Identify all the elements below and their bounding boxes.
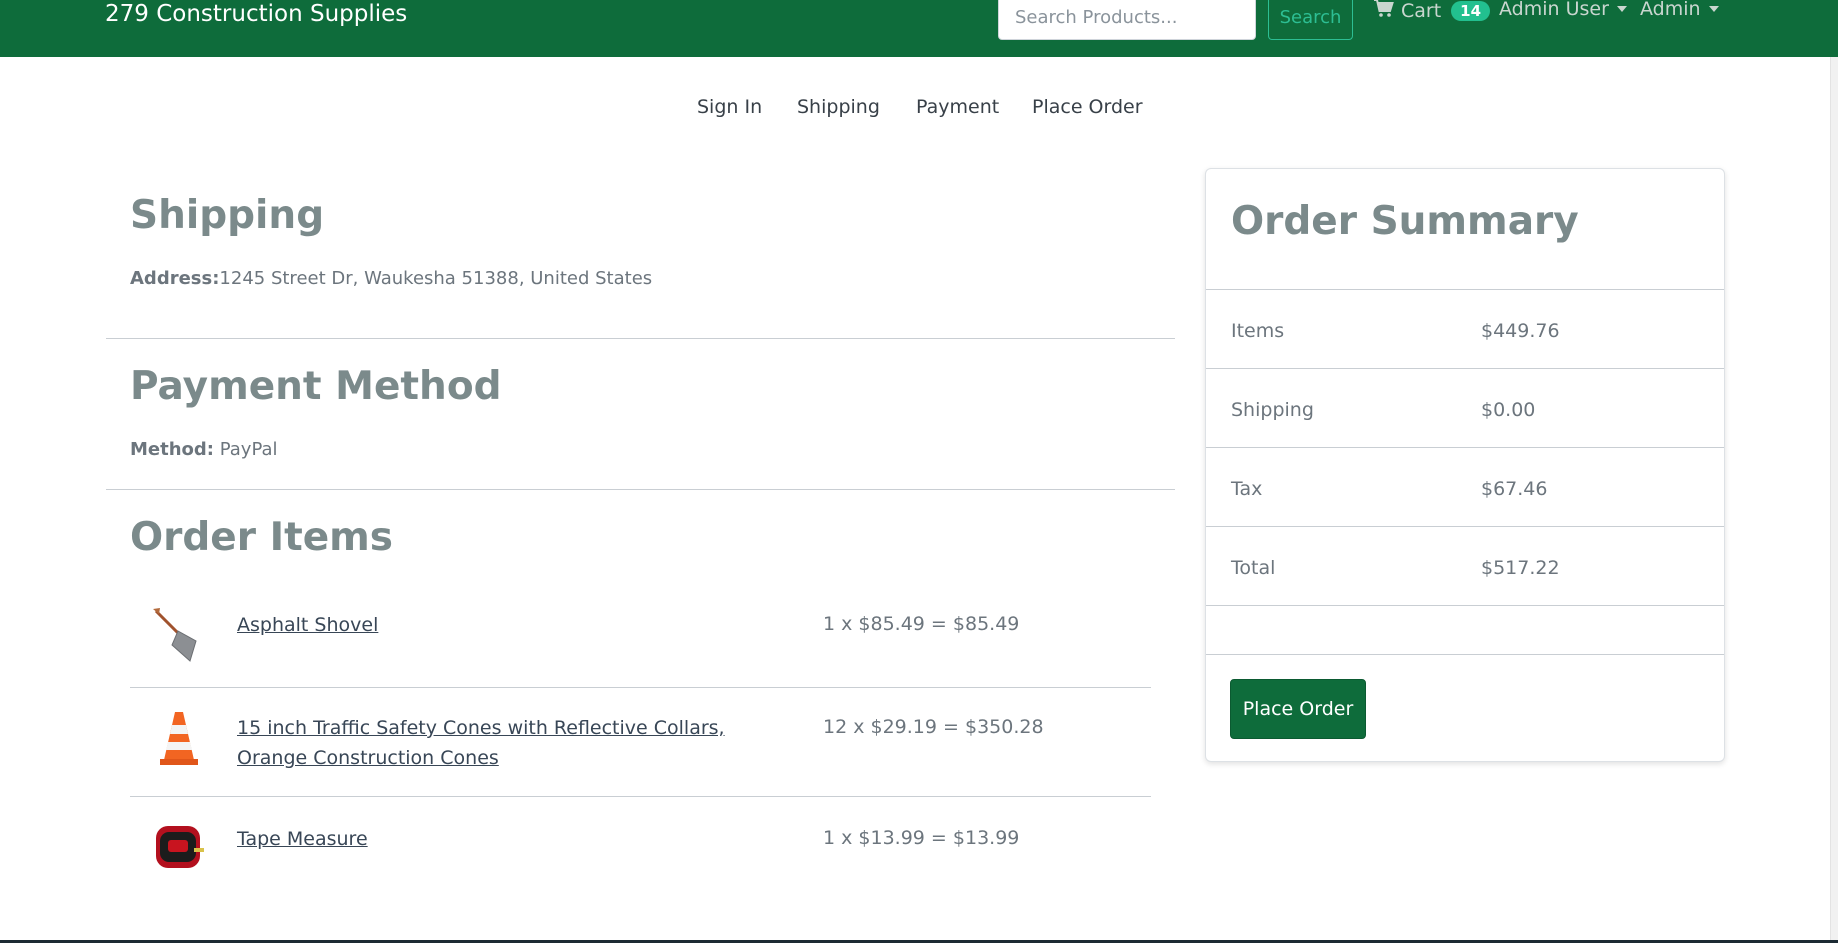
order-summary-card: Order Summary Items $449.76 Shipping $0.…: [1205, 168, 1725, 762]
divider: [1206, 605, 1724, 606]
payment-heading: Payment Method: [130, 364, 502, 409]
divider: [1206, 526, 1724, 527]
item-price: 1 x $85.49 = $85.49: [823, 613, 1020, 635]
order-items-heading: Order Items: [130, 515, 394, 560]
item-link[interactable]: 15 inch Traffic Safety Cones with Reflec…: [237, 713, 767, 773]
item-link[interactable]: Asphalt Shovel: [237, 610, 378, 640]
divider: [1206, 368, 1724, 369]
tape-measure-icon: [150, 818, 208, 876]
shipping-address: Address:1245 Street Dr, Waukesha 51388, …: [130, 268, 652, 289]
address-value: 1245 Street Dr, Waukesha 51388, United S…: [219, 268, 653, 289]
divider: [130, 796, 1151, 797]
top-navbar: 279 Construction Supplies Search Cart 14…: [0, 0, 1838, 57]
item-price: 1 x $13.99 = $13.99: [823, 827, 1020, 849]
search-input[interactable]: [998, 0, 1256, 40]
brand-link[interactable]: 279 Construction Supplies: [105, 1, 407, 27]
summary-items-label: Items: [1231, 320, 1285, 342]
user-menu-label: Admin User: [1499, 0, 1609, 20]
cart-icon: [1373, 0, 1395, 23]
cart-label: Cart: [1401, 0, 1442, 22]
divider: [130, 687, 1151, 688]
chevron-down-icon: [1616, 6, 1627, 12]
summary-shipping-value: $0.00: [1481, 399, 1536, 421]
step-payment[interactable]: Payment: [916, 96, 999, 118]
summary-tax-label: Tax: [1231, 478, 1263, 500]
place-order-button[interactable]: Place Order: [1230, 679, 1366, 739]
shipping-heading: Shipping: [130, 193, 325, 238]
step-shipping[interactable]: Shipping: [797, 96, 880, 118]
summary-total-value: $517.22: [1481, 557, 1560, 579]
method-value: PayPal: [219, 439, 278, 460]
divider: [1206, 447, 1724, 448]
vertical-scrollbar[interactable]: [1830, 57, 1838, 943]
divider: [1206, 289, 1724, 290]
step-sign-in[interactable]: Sign In: [697, 96, 762, 118]
cart-count-badge: 14: [1451, 0, 1491, 21]
item-price: 12 x $29.19 = $350.28: [823, 716, 1044, 738]
cart-link[interactable]: Cart 14: [1373, 0, 1491, 23]
order-summary-heading: Order Summary: [1231, 199, 1579, 244]
checkout-steps: Sign In Shipping Payment Place Order: [0, 96, 1838, 126]
step-place-order[interactable]: Place Order: [1032, 96, 1143, 118]
summary-shipping-label: Shipping: [1231, 399, 1314, 421]
divider: [106, 338, 1175, 339]
summary-total-label: Total: [1231, 557, 1276, 579]
user-menu-dropdown[interactable]: Admin User: [1499, 0, 1627, 20]
admin-menu-dropdown[interactable]: Admin: [1640, 0, 1719, 20]
address-label: Address:: [130, 268, 220, 289]
item-link[interactable]: Tape Measure: [237, 824, 368, 854]
summary-items-value: $449.76: [1481, 320, 1560, 342]
search-button[interactable]: Search: [1268, 0, 1353, 40]
shovel-icon: [150, 605, 208, 663]
chevron-down-icon: [1708, 6, 1719, 12]
method-label: Method:: [130, 439, 214, 460]
divider: [106, 489, 1175, 490]
divider: [1206, 654, 1724, 655]
admin-menu-label: Admin: [1640, 0, 1701, 20]
payment-method: Method: PayPal: [130, 439, 278, 460]
summary-tax-value: $67.46: [1481, 478, 1548, 500]
traffic-cone-icon: [150, 710, 208, 768]
